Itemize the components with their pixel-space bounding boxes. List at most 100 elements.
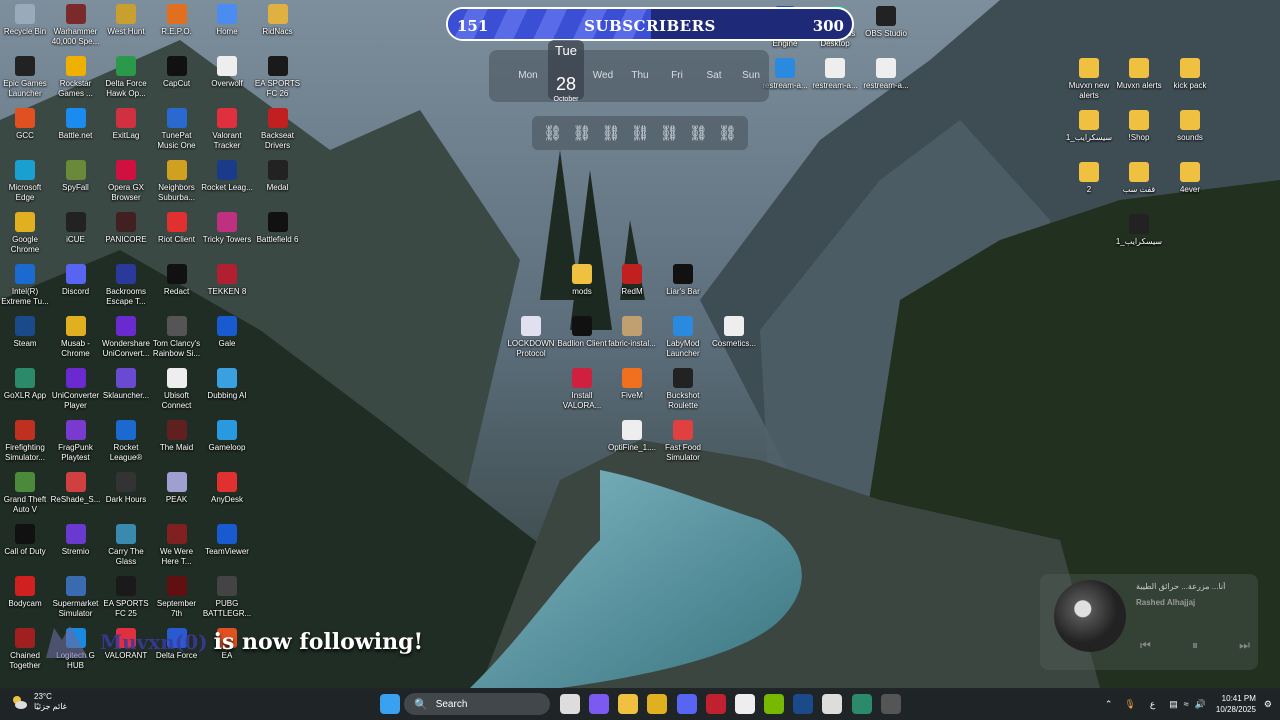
center-icon-8[interactable]: Install VALORA...: [556, 368, 608, 411]
goxlr-icon[interactable]: [852, 694, 872, 714]
desktop-icon-55[interactable]: ReShade_S...: [50, 472, 102, 505]
center-icon-7[interactable]: Cosmetics...: [708, 316, 760, 349]
desktop-icon-31[interactable]: Discord: [50, 264, 102, 297]
folder-icon-9[interactable]: سيسكرايب_1: [1113, 214, 1165, 247]
next-track-icon[interactable]: ⏭: [1239, 638, 1250, 653]
desktop-icon-13[interactable]: Battle.net: [50, 108, 102, 141]
desktop-icon-50[interactable]: Rocket League®: [100, 420, 152, 463]
desktop-icon-8[interactable]: Delta Force Hawk Op...: [100, 56, 152, 99]
wifi-icon[interactable]: ≈: [1184, 699, 1189, 709]
desktop-icon-57[interactable]: PEAK: [151, 472, 203, 505]
desktop-icon-21[interactable]: Neighbors Suburba...: [151, 160, 203, 203]
desktop-icon-37[interactable]: Musab - Chrome: [50, 316, 102, 359]
desktop-icon-45[interactable]: Ubisoft Connect: [151, 368, 203, 411]
folder-icon-5[interactable]: sounds: [1164, 110, 1216, 143]
desktop-icon-62[interactable]: Carry The Glass: [100, 524, 152, 567]
desktop-icon-34[interactable]: TEKKEN 8: [201, 264, 253, 297]
center-icon-12[interactable]: Fast Food Simulator: [657, 420, 709, 463]
center-icon-6[interactable]: LabyMod Launcher: [657, 316, 709, 359]
desktop-icon-28[interactable]: Tricky Towers: [201, 212, 253, 245]
link-icon[interactable]: ⛓: [630, 124, 649, 142]
desktop-icon-43[interactable]: UniConverter Player: [50, 368, 102, 411]
desktop-icon-46[interactable]: Dubbing AI: [201, 368, 253, 401]
start-icon[interactable]: [380, 694, 400, 714]
desktop-icon-1[interactable]: Warhammer 40,000 Spe...: [50, 4, 102, 47]
top-right-icon-4[interactable]: restream-a...: [809, 58, 861, 91]
center-icon-1[interactable]: RedM: [606, 264, 658, 297]
desktop-icon-36[interactable]: Steam: [0, 316, 51, 349]
desktop-icon-48[interactable]: Firefighting Simulator...: [0, 420, 51, 463]
desktop-icon-10[interactable]: Overwolf: [201, 56, 253, 89]
desktop-icon-56[interactable]: Dark Hours: [100, 472, 152, 505]
desktop-icon-64[interactable]: TeamViewer: [201, 524, 253, 557]
folder-icon-0[interactable]: Muvxn new alerts: [1063, 58, 1115, 101]
desktop-icon-32[interactable]: Backrooms Escape T...: [100, 264, 152, 307]
desktop-icon-12[interactable]: GCC: [0, 108, 51, 141]
desktop-icon-6[interactable]: Epic Games Launcher: [0, 56, 51, 99]
folder-icon-6[interactable]: 2: [1063, 162, 1115, 195]
link-icon[interactable]: ⛓: [543, 124, 562, 142]
desktop-icon-61[interactable]: Stremio: [50, 524, 102, 557]
center-icon-3[interactable]: LOCKDOWN Protocol: [505, 316, 557, 359]
folder-icon-2[interactable]: kick pack: [1164, 58, 1216, 91]
center-icon-5[interactable]: fabric-instal...: [606, 316, 658, 349]
nvidia-icon[interactable]: [764, 694, 784, 714]
center-icon-0[interactable]: mods: [556, 264, 608, 297]
desktop-icon-0[interactable]: Recycle Bin: [0, 4, 51, 37]
folder-icon-7[interactable]: قفت سب: [1113, 162, 1165, 195]
center-icon-11[interactable]: OptiFine_1....: [606, 420, 658, 453]
desktop-icon-4[interactable]: Home: [201, 4, 253, 37]
chevron-up-icon[interactable]: ⌃: [1105, 699, 1113, 710]
desktop-icon-14[interactable]: ExitLag: [100, 108, 152, 141]
center-icon-4[interactable]: Badlion Client: [556, 316, 608, 349]
chrome-icon[interactable]: [647, 694, 667, 714]
copilot-icon[interactable]: [589, 694, 609, 714]
desktop-icon-11[interactable]: EA SPORTS FC 26: [252, 56, 304, 99]
link-icon[interactable]: ⛓: [572, 124, 591, 142]
obs-icon[interactable]: [881, 694, 901, 714]
desktop-icon-3[interactable]: R.E.P.O.: [151, 4, 203, 37]
top-right-icon-5[interactable]: restream-a...: [860, 58, 912, 91]
desktop-icon-69[interactable]: September 7th: [151, 576, 203, 619]
desktop-icon-68[interactable]: EA SPORTS FC 25: [100, 576, 152, 619]
desktop-icon-24[interactable]: Google Chrome: [0, 212, 51, 255]
notification-icon[interactable]: ⚙: [1264, 699, 1272, 710]
taskbar-clock[interactable]: 10:41 PM 10/28/2025: [1216, 693, 1256, 715]
top-right-icon-2[interactable]: OBS Studio: [860, 6, 912, 39]
desktop-icon-29[interactable]: Battlefield 6: [252, 212, 304, 245]
desktop-icon-67[interactable]: Supermarket Simulator: [50, 576, 102, 619]
task-view-icon[interactable]: [560, 694, 580, 714]
desktop-icon-39[interactable]: Tom Clancy's Rainbow Si...: [151, 316, 203, 359]
folder-icon-3[interactable]: سيسكرايب_1: [1063, 110, 1115, 143]
desktop-icon-19[interactable]: SpyFall: [50, 160, 102, 193]
desktop-icon-2[interactable]: West Hunt: [100, 4, 152, 37]
desktop-icon-25[interactable]: iCUE: [50, 212, 102, 245]
previous-track-icon[interactable]: ⏮: [1140, 638, 1151, 653]
app-red-icon[interactable]: [706, 694, 726, 714]
folder-icon-8[interactable]: 4ever: [1164, 162, 1216, 195]
desktop-icon-33[interactable]: Redact: [151, 264, 203, 297]
desktop-icon-54[interactable]: Grand Theft Auto V: [0, 472, 51, 515]
volume-icon[interactable]: 🔊: [1195, 699, 1206, 710]
desktop-icon-52[interactable]: Gameloop: [201, 420, 253, 453]
discord-icon[interactable]: [677, 694, 697, 714]
desktop-icon-26[interactable]: PANICORE: [100, 212, 152, 245]
desktop-icon-15[interactable]: TunePat Music One: [151, 108, 203, 151]
file-explorer-icon[interactable]: [618, 694, 638, 714]
link-icon[interactable]: ⛓: [601, 124, 620, 142]
center-icon-10[interactable]: Buckshot Roulette: [657, 368, 709, 411]
desktop-icon-63[interactable]: We Were Here T...: [151, 524, 203, 567]
folder-icon-1[interactable]: Muvxn alerts: [1113, 58, 1165, 91]
desktop-icon-9[interactable]: CapCut: [151, 56, 203, 89]
desktop-icon-20[interactable]: Opera GX Browser: [100, 160, 152, 203]
desktop-icon-22[interactable]: Rocket Leag...: [201, 160, 253, 193]
desktop-icon-49[interactable]: FragPunk Playtest: [50, 420, 102, 463]
desktop-icon-51[interactable]: The Maid: [151, 420, 203, 453]
desktop-icon-66[interactable]: Bodycam: [0, 576, 51, 609]
microphone-icon[interactable]: 🎙: [1124, 699, 1135, 710]
taskbar-search[interactable]: 🔍 Search: [404, 693, 550, 715]
desktop-icon-16[interactable]: Valorant Tracker: [201, 108, 253, 151]
desktop-icon-38[interactable]: Wondershare UniConvert...: [100, 316, 152, 359]
pause-icon[interactable]: ⏸: [1192, 638, 1198, 653]
desktop-icon-42[interactable]: GoXLR App: [0, 368, 51, 401]
